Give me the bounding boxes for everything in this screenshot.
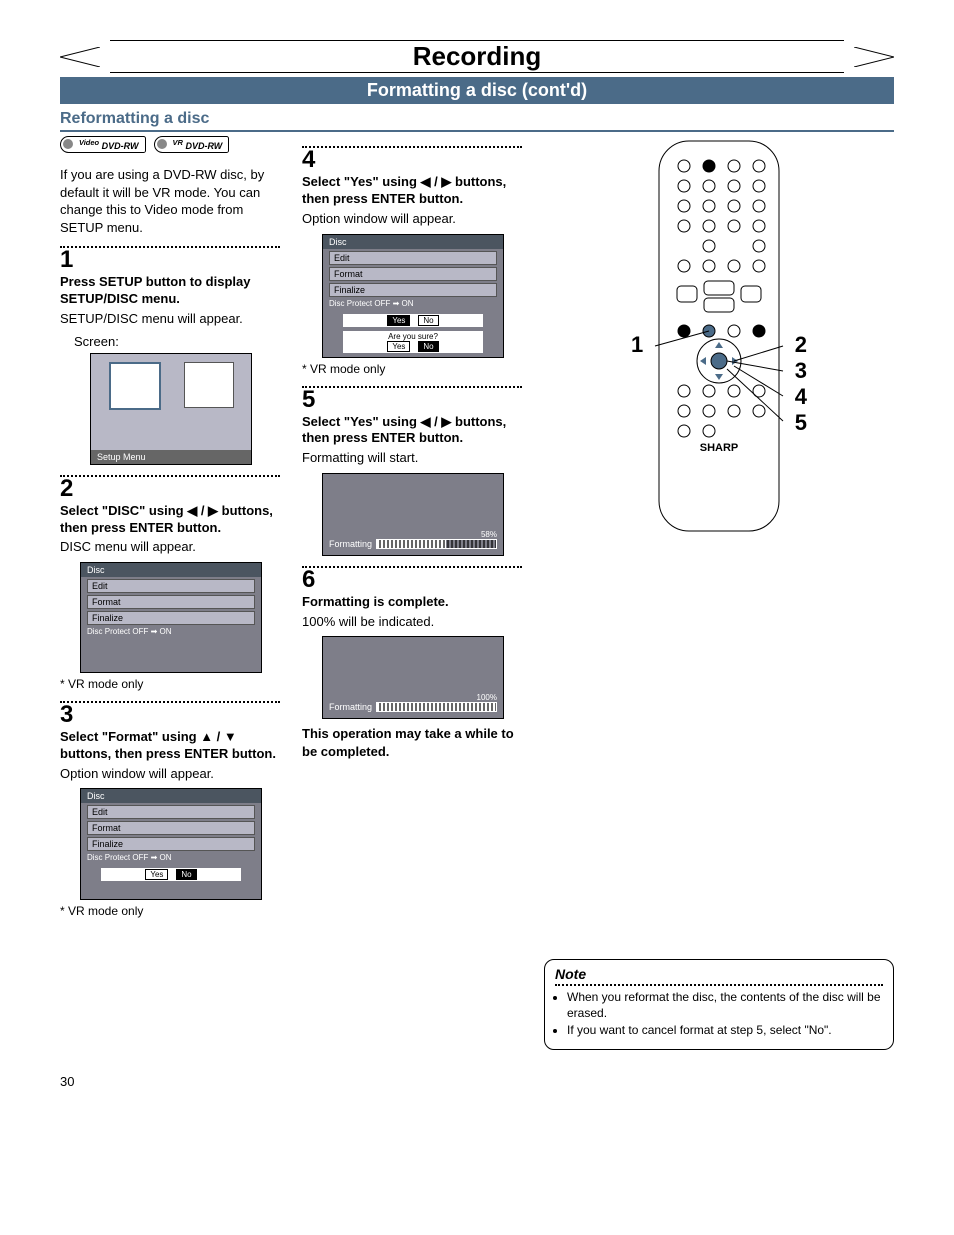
step4-body: Option window will appear. [302,210,522,228]
step3-title: Select "Format" using ▲ / ▼ buttons, the… [60,729,280,763]
step2-title: Select "DISC" using ◀ / ▶ buttons, then … [60,503,280,537]
step6-body: 100% will be indicated. [302,613,522,631]
step5-body: Formatting will start. [302,449,522,467]
step5-title: Select "Yes" using ◀ / ▶ buttons, then p… [302,414,522,448]
badge-vr: VR DVD-RW [154,136,230,153]
remote-callout-1: 1 [631,332,643,358]
disc-icon: DISC◉ [184,362,234,408]
step4-title: Select "Yes" using ◀ / ▶ buttons, then p… [302,174,522,208]
page-number: 30 [60,1074,894,1089]
up-down-arrows-icon: ▲ / ▼ [200,729,237,744]
osd-are-you-sure: Disc Edit Format Finalize Disc Protect O… [322,234,504,358]
section-heading: Reformatting a disc [60,110,894,132]
step3-body: Option window will appear. [60,765,280,783]
osd-disc-menu: Disc Edit Format Finalize Disc Protect O… [80,562,262,673]
badge-video: Video DVD-RW [60,136,146,153]
remote-callout-4: 4 [795,384,807,410]
left-right-arrows-icon: ◀ / ▶ [187,503,218,518]
step6-title: Formatting is complete. [302,594,522,611]
column-right: SHARP 1 2 3 4 5 Note When you reformat t [544,136,894,1050]
are-you-sure-prompt: Are you sure? YesNo [343,331,483,353]
step1-title: Press SETUP button to display SETUP/DISC… [60,274,280,308]
step3-number: 3 [60,703,280,727]
confirm-yes-no: YesNo [101,868,241,881]
note-box: Note When you reformat the disc, the con… [544,959,894,1050]
note-item: If you want to cancel format at step 5, … [567,1023,883,1039]
osd-footer: Setup Menu [91,450,251,464]
step2-number: 2 [60,477,280,501]
note-item: When you reformat the disc, the contents… [567,990,883,1021]
chapter-title: Recording [110,40,844,73]
intro-text: If you are using a DVD-RW disc, by defau… [60,166,280,236]
section-subtitle: Formatting a disc (cont'd) [60,77,894,104]
chapter-titlebar: Recording [60,40,894,73]
osd-format-confirm: Disc Edit Format Finalize Disc Protect O… [80,788,262,900]
step1-number: 1 [60,248,280,272]
osd-setup-menu: SETUP☰ DISC◉ Setup Menu [90,353,252,465]
step4-number: 4 [302,148,522,172]
osd-formatting-complete: 100% Formatting [322,636,504,719]
column-left: Video DVD-RW VR DVD-RW If you are using … [60,136,280,1050]
step3-footnote: * VR mode only [60,904,280,918]
chevron-left-icon [60,47,100,67]
step2-footnote: * VR mode only [60,677,280,691]
chevron-right-icon [854,47,894,67]
step2-body: DISC menu will appear. [60,538,280,556]
disc-badges: Video DVD-RW VR DVD-RW [60,136,280,153]
remote-illustration: SHARP 1 2 3 4 5 [649,136,789,539]
remote-callout-3: 3 [795,358,807,384]
step4-footnote: * VR mode only [302,362,522,376]
remote-callout-5: 5 [795,410,807,436]
note-title: Note [555,966,883,982]
column-middle: 4 Select "Yes" using ◀ / ▶ buttons, then… [302,136,522,1050]
step1-body: SETUP/DISC menu will appear. [60,310,280,328]
step5-number: 5 [302,388,522,412]
setup-icon: SETUP☰ [109,362,161,410]
remote-callout-2: 2 [795,332,807,358]
osd-formatting-progress: 58% Formatting [322,473,504,556]
screen-label: Screen: [74,334,280,349]
operation-may-take-a-while: This operation may take a while to be co… [302,725,522,760]
step6-number: 6 [302,568,522,592]
